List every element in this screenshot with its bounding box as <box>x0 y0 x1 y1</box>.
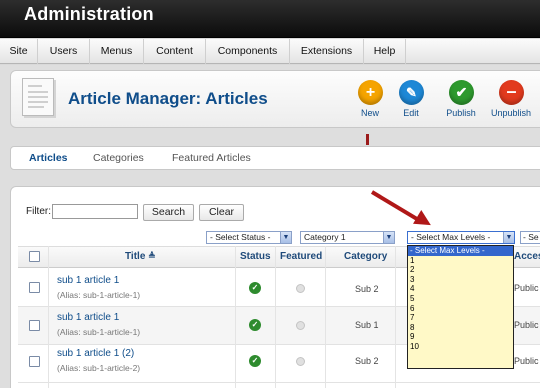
max-levels-option[interactable]: 2 <box>408 265 513 275</box>
column-divider <box>325 246 326 388</box>
publish-button[interactable]: ✔ Publish <box>436 80 486 122</box>
menu-components[interactable]: Components <box>206 39 290 64</box>
annotation-marker <box>366 134 369 145</box>
column-divider <box>395 246 396 388</box>
max-levels-option[interactable]: 6 <box>408 304 513 314</box>
max-levels-option[interactable]: 5 <box>408 294 513 304</box>
column-featured[interactable]: Featured <box>280 251 322 262</box>
plus-icon: + <box>358 80 383 105</box>
edit-button-label: Edit <box>403 108 419 118</box>
column-divider <box>235 246 236 388</box>
filter-search-input[interactable] <box>52 204 138 219</box>
max-levels-option[interactable]: 8 <box>408 323 513 333</box>
status-select[interactable]: - Select Status - ▼ <box>206 231 292 244</box>
edit-button[interactable]: ✎ Edit <box>386 80 436 122</box>
sort-icon: ≜ <box>148 251 156 261</box>
max-levels-option[interactable]: - Select Max Levels - <box>408 246 513 256</box>
row-checkbox[interactable] <box>29 282 40 293</box>
column-divider <box>48 246 49 388</box>
menu-content[interactable]: Content <box>144 39 206 64</box>
published-check-icon[interactable]: ✓ <box>249 355 261 367</box>
column-access[interactable]: Access <box>514 251 540 262</box>
max-levels-option[interactable]: 3 <box>408 275 513 285</box>
sub-navigation <box>10 146 540 170</box>
row-alias: (Alias: sub-1-article-2) <box>57 363 141 373</box>
pencil-icon: ✎ <box>399 80 424 105</box>
status-select-value: - Select Status - <box>210 232 271 242</box>
category-select[interactable]: Category 1 ▼ <box>300 231 395 244</box>
row-checkbox[interactable] <box>29 320 40 331</box>
max-levels-option[interactable]: 9 <box>408 332 513 342</box>
row-title-link[interactable]: sub 1 article 1 <box>57 275 119 286</box>
tab-articles[interactable]: Articles <box>29 150 68 166</box>
unpublish-button[interactable]: – Unpublish <box>486 80 536 122</box>
minus-icon: – <box>499 80 524 105</box>
column-status[interactable]: Status <box>240 251 271 262</box>
published-check-icon[interactable]: ✓ <box>249 319 261 331</box>
page-title: Article Manager: Articles <box>68 89 268 108</box>
row-alias: (Alias: sub-1-article-1) <box>57 327 141 337</box>
clear-button[interactable]: Clear <box>199 204 244 221</box>
tab-categories[interactable]: Categories <box>93 150 144 166</box>
filter-label: Filter: <box>26 206 51 217</box>
category-select-value: Category 1 <box>304 232 346 242</box>
row-access: Public <box>514 356 539 366</box>
menu-help[interactable]: Help <box>364 39 406 64</box>
max-levels-select[interactable]: - Select Max Levels - ▼ <box>407 231 515 244</box>
featured-toggle-icon[interactable] <box>296 284 305 293</box>
select-all-checkbox[interactable] <box>29 251 40 262</box>
search-button[interactable]: Search <box>143 204 194 221</box>
column-divider <box>275 246 276 388</box>
row-alias: (Alias: sub-1-article-1) <box>57 290 141 300</box>
check-icon: ✔ <box>449 80 474 105</box>
published-check-icon[interactable]: ✓ <box>249 282 261 294</box>
max-levels-option[interactable]: 10 <box>408 342 513 352</box>
admin-header: Administration <box>0 0 540 38</box>
max-levels-option[interactable]: 4 <box>408 284 513 294</box>
publish-button-label: Publish <box>446 108 476 118</box>
row-title-link[interactable]: sub 1 article 1 (2) <box>57 348 134 359</box>
row-category: Sub 2 <box>355 356 379 366</box>
row-category: Sub 2 <box>355 284 379 294</box>
article-document-icon <box>22 78 54 116</box>
access-select-value: - Se <box>523 232 539 242</box>
chevron-down-icon: ▼ <box>383 232 394 243</box>
main-menu-bar: Site Users Menus Content Components Exte… <box>0 39 540 64</box>
chevron-down-icon: ▼ <box>503 232 514 243</box>
tab-featured-articles[interactable]: Featured Articles <box>172 150 251 166</box>
max-levels-option[interactable]: 7 <box>408 313 513 323</box>
menu-menus[interactable]: Menus <box>90 39 144 64</box>
row-title-link[interactable]: sub 1 article 1 <box>57 312 119 323</box>
unpublish-button-label: Unpublish <box>490 108 532 118</box>
row-category: Sub 1 <box>355 320 379 330</box>
column-title[interactable]: Title ≜ <box>125 251 156 262</box>
max-levels-option[interactable]: 1 <box>408 256 513 266</box>
chevron-down-icon: ▼ <box>280 232 291 243</box>
admin-title: Administration <box>24 4 154 24</box>
menu-users[interactable]: Users <box>38 39 90 64</box>
featured-toggle-icon[interactable] <box>296 321 305 330</box>
max-levels-select-value: - Select Max Levels - <box>411 232 491 242</box>
access-select[interactable]: - Se <box>520 231 540 244</box>
row-checkbox[interactable] <box>29 356 40 367</box>
column-category[interactable]: Category <box>344 251 387 262</box>
max-levels-dropdown-list: - Select Max Levels - 1 2 3 4 5 6 7 8 9 … <box>407 245 514 369</box>
featured-toggle-icon[interactable] <box>296 357 305 366</box>
row-access: Public <box>514 283 539 293</box>
row-access: Public <box>514 320 539 330</box>
menu-extensions[interactable]: Extensions <box>290 39 364 64</box>
menu-site[interactable]: Site <box>0 39 38 64</box>
